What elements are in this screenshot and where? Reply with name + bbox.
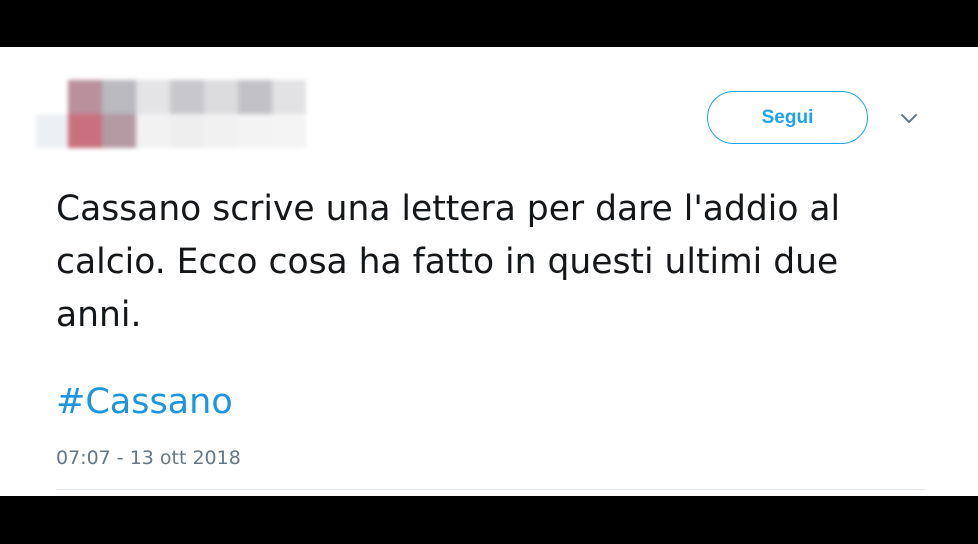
- follow-button[interactable]: Segui: [707, 91, 868, 144]
- hashtag-link[interactable]: #Cassano: [56, 377, 233, 427]
- tweet-card: Segui Cassano scrive una lettera per dar…: [0, 47, 978, 496]
- letterbox-bottom: [0, 496, 978, 544]
- tweet-timestamp[interactable]: 07:07 - 13 ott 2018: [56, 445, 241, 471]
- chevron-down-icon-glyph: [901, 113, 917, 123]
- chevron-down-icon[interactable]: [898, 109, 920, 127]
- divider: [56, 489, 926, 490]
- follow-button-label: Segui: [761, 106, 814, 128]
- letterbox-top: [0, 0, 978, 47]
- tweet-text: Cassano scrive una lettera per dare l'ad…: [56, 189, 841, 335]
- blurred-user-header: [36, 80, 306, 150]
